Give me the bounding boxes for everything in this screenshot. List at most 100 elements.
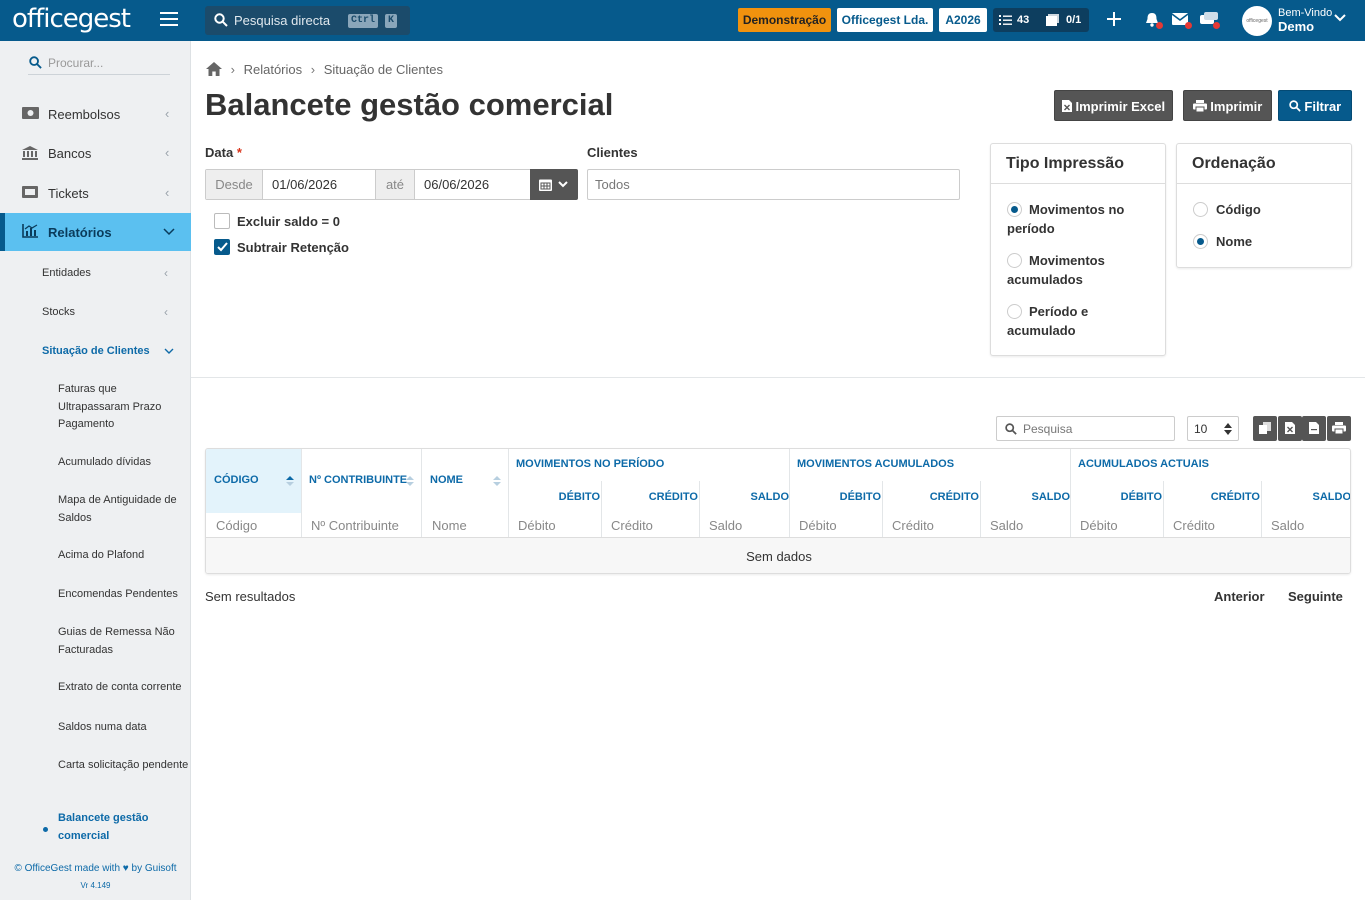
page-size-select[interactable]: 10 <box>1187 416 1239 441</box>
empty-message: Sem dados <box>746 549 812 564</box>
filter-button[interactable]: Filtrar <box>1278 90 1352 121</box>
filter-input-credito-actuais[interactable]: Crédito <box>1173 518 1215 533</box>
export-excel-button[interactable] <box>1278 416 1302 441</box>
page-size-value: 10 <box>1194 422 1208 436</box>
breadcrumb-situacao-clientes[interactable]: Situação de Clientes <box>324 62 443 77</box>
exclude-zero-label: Excluir saldo = 0 <box>237 214 340 229</box>
filter-input-saldo-acumulados[interactable]: Saldo <box>990 518 1023 533</box>
filter-input-credito-acumulados[interactable]: Crédito <box>892 518 934 533</box>
column-header-contribuinte[interactable]: Nº Contribuinte <box>309 474 407 486</box>
sidebar-item-relatorios[interactable]: Relatórios <box>0 213 191 251</box>
report-link-encomendas-pendentes[interactable]: Encomendas Pendentes <box>58 586 190 604</box>
report-link-saldos-data[interactable]: Saldos numa data <box>58 719 190 737</box>
filter-input-saldo-actuais[interactable]: Saldo <box>1271 518 1304 533</box>
print-excel-button[interactable]: Imprimir Excel <box>1054 90 1173 121</box>
add-icon[interactable] <box>1106 11 1122 27</box>
user-menu[interactable]: Bem-Vindo Demo <box>1278 7 1332 34</box>
report-link-balancete[interactable]: Balancete gestão comercial <box>58 810 190 845</box>
search-icon <box>214 13 228 27</box>
global-search[interactable]: Pesquisa directa Ctrl K <box>205 6 410 35</box>
footer-suffix[interactable]: by Guisoft <box>132 863 177 874</box>
global-search-label: Pesquisa directa <box>234 13 331 28</box>
column-header-debito[interactable]: Débito <box>1071 491 1162 503</box>
pagination-next[interactable]: Seguinte <box>1288 589 1343 604</box>
radio-label-periodo-acumulado: Período e acumulado <box>1007 304 1089 338</box>
sidebar-item-situacao-clientes[interactable]: Situação de Clientes <box>42 345 187 357</box>
column-header-saldo[interactable]: Saldo <box>1262 491 1351 503</box>
counters-group[interactable]: 43 0/1 <box>993 8 1089 32</box>
filter-input-debito-periodo[interactable]: Débito <box>518 518 556 533</box>
column-divider <box>882 481 883 537</box>
filter-input-codigo[interactable]: Código <box>216 518 257 533</box>
required-mark: * <box>236 145 242 160</box>
column-header-debito[interactable]: Débito <box>509 491 600 503</box>
year-selector[interactable]: A2026 <box>939 8 987 32</box>
documents-count: 0/1 <box>1066 14 1082 26</box>
column-header-credito[interactable]: Crédito <box>883 491 979 503</box>
support-dot <box>1213 22 1220 29</box>
copy-icon <box>1259 422 1271 434</box>
page-title: Balancete gestão comercial <box>205 87 614 122</box>
report-link-acima-plafond[interactable]: Acima do Plafond <box>58 547 190 565</box>
sidebar-item-stocks[interactable]: Stocks ‹ <box>42 305 187 319</box>
report-link-extrato-conta[interactable]: Extrato de conta corrente <box>58 679 190 697</box>
date-to-input[interactable]: 06/06/2026 <box>415 170 530 199</box>
print-button[interactable]: Imprimir <box>1183 90 1272 121</box>
filter-input-contribuinte[interactable]: Nº Contribuinte <box>311 518 399 533</box>
demo-badge[interactable]: Demonstração <box>738 8 831 32</box>
sort-icon[interactable] <box>406 476 414 486</box>
printer-icon <box>1332 422 1346 434</box>
pagination-previous[interactable]: Anterior <box>1214 589 1265 604</box>
column-header-saldo[interactable]: Saldo <box>700 491 790 503</box>
filter-input-credito-periodo[interactable]: Crédito <box>611 518 653 533</box>
filter-input-nome[interactable]: Nome <box>432 518 467 533</box>
exclude-zero-checkbox[interactable] <box>214 213 230 229</box>
column-header-credito[interactable]: Crédito <box>602 491 698 503</box>
date-from-input[interactable]: 01/06/2026 <box>263 170 376 199</box>
company-selector[interactable]: Officegest Lda. <box>837 8 933 32</box>
column-header-credito[interactable]: Crédito <box>1164 491 1260 503</box>
section-divider <box>191 377 1365 378</box>
report-link-faturas-prazo[interactable]: Faturas que Ultrapassaram Prazo Pagament… <box>58 381 190 434</box>
sidebar-subitem-label: Situação de Clientes <box>42 345 150 357</box>
report-link-antiguidade-saldos[interactable]: Mapa de Antiguidade de Saldos <box>58 492 190 527</box>
print-table-button[interactable] <box>1327 416 1351 441</box>
filter-input-debito-acumulados[interactable]: Débito <box>799 518 837 533</box>
sidebar-item-entidades[interactable]: Entidades ‹ <box>42 266 187 280</box>
column-header-nome[interactable]: Nome <box>430 474 463 486</box>
excel-file-icon <box>1061 100 1072 112</box>
report-link-guias-remessa[interactable]: Guias de Remessa Não Facturadas <box>58 624 190 659</box>
menu-toggle-icon[interactable] <box>160 12 178 28</box>
column-header-codigo[interactable]: Código <box>214 474 259 486</box>
sort-icon[interactable] <box>493 476 501 486</box>
filter-input-debito-actuais[interactable]: Débito <box>1080 518 1118 533</box>
sidebar-item-reembolsos[interactable]: Reembolsos ‹ <box>0 95 191 133</box>
export-csv-button[interactable] <box>1302 416 1326 441</box>
chevron-down-icon <box>558 181 568 188</box>
avatar[interactable]: officegest <box>1242 6 1272 36</box>
report-link-carta-solicitacao[interactable]: Carta solicitação pendente <box>58 757 190 775</box>
subtract-retention-checkbox[interactable] <box>214 239 230 255</box>
chevron-down-icon[interactable] <box>1334 14 1346 22</box>
filter-input-saldo-periodo[interactable]: Saldo <box>709 518 742 533</box>
copy-button[interactable] <box>1253 416 1277 441</box>
sidebar-item-bancos[interactable]: Bancos ‹ <box>0 134 191 172</box>
app-logo[interactable]: officegest <box>12 4 131 34</box>
filter-label: Filtrar <box>1304 99 1342 114</box>
column-header-debito[interactable]: Débito <box>790 491 881 503</box>
date-from-addon: Desde <box>206 170 263 199</box>
sidebar-item-tickets[interactable]: Tickets ‹ <box>0 174 191 212</box>
date-picker-button[interactable] <box>530 169 578 200</box>
clients-select[interactable]: Todos <box>587 169 960 200</box>
sort-asc-icon[interactable] <box>286 476 294 486</box>
breadcrumb-relatorios[interactable]: Relatórios <box>244 62 303 77</box>
column-header-saldo[interactable]: Saldo <box>981 491 1071 503</box>
sidebar-item-label: Relatórios <box>48 225 112 240</box>
excel-file-icon <box>1285 422 1295 434</box>
table-search-input[interactable]: Pesquisa <box>996 416 1175 441</box>
report-link-acumulado-dividas[interactable]: Acumulado dívidas <box>58 454 190 472</box>
sidebar-search-input[interactable]: Procurar... <box>28 53 170 75</box>
radio-order-codigo[interactable] <box>1193 202 1208 217</box>
radio-order-nome[interactable] <box>1193 234 1208 249</box>
home-icon[interactable] <box>206 62 222 76</box>
